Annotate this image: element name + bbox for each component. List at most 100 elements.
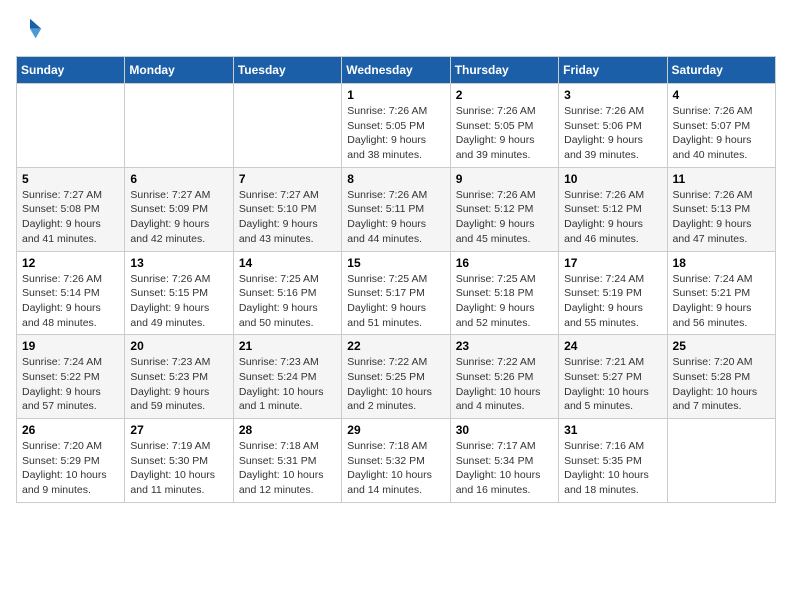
day-content: Sunrise: 7:27 AM Sunset: 5:10 PM Dayligh…	[239, 188, 336, 247]
day-content: Sunrise: 7:23 AM Sunset: 5:24 PM Dayligh…	[239, 355, 336, 414]
calendar-cell: 1 Sunrise: 7:26 AM Sunset: 5:05 PM Daylig…	[342, 84, 450, 168]
day-content: Sunrise: 7:26 AM Sunset: 5:13 PM Dayligh…	[673, 188, 770, 247]
day-number: 13	[130, 256, 227, 270]
calendar-cell: 10 Sunrise: 7:26 AM Sunset: 5:12 PM Dayli…	[559, 167, 667, 251]
calendar-cell: 30 Sunrise: 7:17 AM Sunset: 5:34 PM Dayli…	[450, 419, 558, 503]
calendar-cell: 12 Sunrise: 7:26 AM Sunset: 5:14 PM Dayli…	[17, 251, 125, 335]
day-number: 11	[673, 172, 770, 186]
day-content: Sunrise: 7:23 AM Sunset: 5:23 PM Dayligh…	[130, 355, 227, 414]
logo-icon	[16, 16, 44, 44]
day-content: Sunrise: 7:20 AM Sunset: 5:29 PM Dayligh…	[22, 439, 119, 498]
day-number: 31	[564, 423, 661, 437]
weekday-header-thursday: Thursday	[450, 57, 558, 84]
calendar-cell: 7 Sunrise: 7:27 AM Sunset: 5:10 PM Daylig…	[233, 167, 341, 251]
day-number: 14	[239, 256, 336, 270]
day-number: 1	[347, 88, 444, 102]
calendar-cell	[17, 84, 125, 168]
calendar-cell	[667, 419, 775, 503]
weekday-header-saturday: Saturday	[667, 57, 775, 84]
day-number: 29	[347, 423, 444, 437]
calendar-cell: 22 Sunrise: 7:22 AM Sunset: 5:25 PM Dayli…	[342, 335, 450, 419]
day-content: Sunrise: 7:24 AM Sunset: 5:19 PM Dayligh…	[564, 272, 661, 331]
day-content: Sunrise: 7:24 AM Sunset: 5:22 PM Dayligh…	[22, 355, 119, 414]
day-number: 7	[239, 172, 336, 186]
calendar-cell: 15Sunrise: 7:25 AM Sunset: 5:17 PM Dayli…	[342, 251, 450, 335]
calendar-cell: 4 Sunrise: 7:26 AM Sunset: 5:07 PM Daylig…	[667, 84, 775, 168]
day-content: Sunrise: 7:26 AM Sunset: 5:15 PM Dayligh…	[130, 272, 227, 331]
calendar-cell: 13 Sunrise: 7:26 AM Sunset: 5:15 PM Dayli…	[125, 251, 233, 335]
day-number: 2	[456, 88, 553, 102]
day-number: 19	[22, 339, 119, 353]
calendar-cell: 21Sunrise: 7:23 AM Sunset: 5:24 PM Dayli…	[233, 335, 341, 419]
day-number: 27	[130, 423, 227, 437]
day-content: Sunrise: 7:16 AM Sunset: 5:35 PM Dayligh…	[564, 439, 661, 498]
day-number: 6	[130, 172, 227, 186]
day-content: Sunrise: 7:22 AM Sunset: 5:25 PM Dayligh…	[347, 355, 444, 414]
day-number: 28	[239, 423, 336, 437]
calendar-cell: 20Sunrise: 7:23 AM Sunset: 5:23 PM Dayli…	[125, 335, 233, 419]
calendar-cell: 8Sunrise: 7:26 AM Sunset: 5:11 PM Daylig…	[342, 167, 450, 251]
day-content: Sunrise: 7:19 AM Sunset: 5:30 PM Dayligh…	[130, 439, 227, 498]
day-number: 24	[564, 339, 661, 353]
calendar-cell: 28Sunrise: 7:18 AM Sunset: 5:31 PM Dayli…	[233, 419, 341, 503]
calendar-cell: 14 Sunrise: 7:25 AM Sunset: 5:16 PM Dayli…	[233, 251, 341, 335]
calendar-cell: 18Sunrise: 7:24 AM Sunset: 5:21 PM Dayli…	[667, 251, 775, 335]
day-number: 26	[22, 423, 119, 437]
calendar-cell: 26 Sunrise: 7:20 AM Sunset: 5:29 PM Dayli…	[17, 419, 125, 503]
day-number: 17	[564, 256, 661, 270]
day-content: Sunrise: 7:26 AM Sunset: 5:14 PM Dayligh…	[22, 272, 119, 331]
day-content: Sunrise: 7:26 AM Sunset: 5:05 PM Dayligh…	[347, 104, 444, 163]
calendar-cell: 23 Sunrise: 7:22 AM Sunset: 5:26 PM Dayli…	[450, 335, 558, 419]
calendar-cell: 11 Sunrise: 7:26 AM Sunset: 5:13 PM Dayli…	[667, 167, 775, 251]
calendar-cell	[233, 84, 341, 168]
logo	[16, 16, 48, 44]
day-number: 15	[347, 256, 444, 270]
day-content: Sunrise: 7:25 AM Sunset: 5:16 PM Dayligh…	[239, 272, 336, 331]
calendar-cell: 16Sunrise: 7:25 AM Sunset: 5:18 PM Dayli…	[450, 251, 558, 335]
calendar-week-3: 12 Sunrise: 7:26 AM Sunset: 5:14 PM Dayli…	[17, 251, 776, 335]
page-header	[16, 16, 776, 44]
calendar-week-4: 19 Sunrise: 7:24 AM Sunset: 5:22 PM Dayli…	[17, 335, 776, 419]
day-content: Sunrise: 7:20 AM Sunset: 5:28 PM Dayligh…	[673, 355, 770, 414]
day-number: 12	[22, 256, 119, 270]
calendar-cell: 2 Sunrise: 7:26 AM Sunset: 5:05 PM Daylig…	[450, 84, 558, 168]
calendar-cell: 6 Sunrise: 7:27 AM Sunset: 5:09 PM Daylig…	[125, 167, 233, 251]
day-content: Sunrise: 7:26 AM Sunset: 5:06 PM Dayligh…	[564, 104, 661, 163]
weekday-header-tuesday: Tuesday	[233, 57, 341, 84]
calendar-cell: 5Sunrise: 7:27 AM Sunset: 5:08 PM Daylig…	[17, 167, 125, 251]
calendar-cell: 17 Sunrise: 7:24 AM Sunset: 5:19 PM Dayli…	[559, 251, 667, 335]
day-number: 10	[564, 172, 661, 186]
calendar-cell: 31 Sunrise: 7:16 AM Sunset: 5:35 PM Dayli…	[559, 419, 667, 503]
calendar-table: SundayMondayTuesdayWednesdayThursdayFrid…	[16, 56, 776, 503]
day-content: Sunrise: 7:18 AM Sunset: 5:32 PM Dayligh…	[347, 439, 444, 498]
day-number: 16	[456, 256, 553, 270]
day-number: 23	[456, 339, 553, 353]
calendar-week-1: 1 Sunrise: 7:26 AM Sunset: 5:05 PM Daylig…	[17, 84, 776, 168]
calendar-cell: 3 Sunrise: 7:26 AM Sunset: 5:06 PM Daylig…	[559, 84, 667, 168]
calendar-cell: 25Sunrise: 7:20 AM Sunset: 5:28 PM Dayli…	[667, 335, 775, 419]
calendar-cell: 19 Sunrise: 7:24 AM Sunset: 5:22 PM Dayli…	[17, 335, 125, 419]
day-number: 9	[456, 172, 553, 186]
day-number: 18	[673, 256, 770, 270]
day-number: 3	[564, 88, 661, 102]
calendar-cell: 29 Sunrise: 7:18 AM Sunset: 5:32 PM Dayli…	[342, 419, 450, 503]
day-content: Sunrise: 7:17 AM Sunset: 5:34 PM Dayligh…	[456, 439, 553, 498]
day-content: Sunrise: 7:26 AM Sunset: 5:05 PM Dayligh…	[456, 104, 553, 163]
day-content: Sunrise: 7:21 AM Sunset: 5:27 PM Dayligh…	[564, 355, 661, 414]
day-content: Sunrise: 7:26 AM Sunset: 5:12 PM Dayligh…	[564, 188, 661, 247]
day-content: Sunrise: 7:22 AM Sunset: 5:26 PM Dayligh…	[456, 355, 553, 414]
weekday-header-wednesday: Wednesday	[342, 57, 450, 84]
calendar-week-5: 26 Sunrise: 7:20 AM Sunset: 5:29 PM Dayli…	[17, 419, 776, 503]
calendar-cell: 27 Sunrise: 7:19 AM Sunset: 5:30 PM Dayli…	[125, 419, 233, 503]
day-content: Sunrise: 7:27 AM Sunset: 5:09 PM Dayligh…	[130, 188, 227, 247]
calendar-cell: 24 Sunrise: 7:21 AM Sunset: 5:27 PM Dayli…	[559, 335, 667, 419]
day-content: Sunrise: 7:26 AM Sunset: 5:07 PM Dayligh…	[673, 104, 770, 163]
weekday-header-sunday: Sunday	[17, 57, 125, 84]
weekday-header-row: SundayMondayTuesdayWednesdayThursdayFrid…	[17, 57, 776, 84]
day-content: Sunrise: 7:26 AM Sunset: 5:12 PM Dayligh…	[456, 188, 553, 247]
weekday-header-monday: Monday	[125, 57, 233, 84]
day-number: 30	[456, 423, 553, 437]
calendar-cell	[125, 84, 233, 168]
day-number: 4	[673, 88, 770, 102]
day-number: 22	[347, 339, 444, 353]
